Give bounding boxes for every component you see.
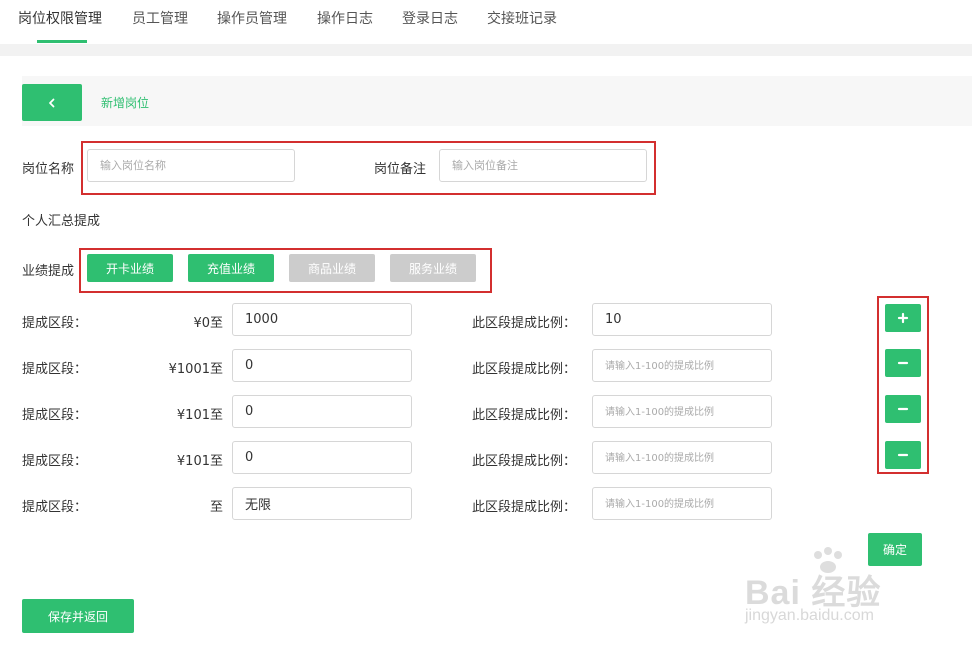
range-ratio-input[interactable]	[592, 303, 772, 336]
range-from: ¥1001至	[168, 362, 223, 377]
position-name-label: 岗位名称	[22, 162, 75, 177]
range-ratio-input[interactable]	[592, 395, 772, 428]
tab-position-permissions[interactable]: 岗位权限管理	[18, 8, 102, 28]
range-label: 提成区段：	[22, 500, 88, 515]
active-tab-indicator	[37, 40, 87, 43]
tab-login-log[interactable]: 登录日志	[402, 8, 458, 28]
range-label: 提成区段：	[22, 454, 88, 469]
range-from: ¥101至	[176, 408, 223, 423]
highlight-box-name-remark	[81, 141, 656, 195]
page-title: 新增岗位	[101, 96, 150, 110]
tab-divider	[0, 44, 972, 56]
save-and-return-button[interactable]: 保存并返回	[22, 599, 134, 633]
paw-icon	[814, 547, 842, 573]
range-from: 至	[209, 500, 223, 515]
highlight-box-range-actions	[877, 296, 929, 474]
range-to-input[interactable]	[232, 441, 412, 474]
highlight-box-performance	[79, 248, 492, 293]
summary-commission-label: 个人汇总提成	[22, 214, 101, 229]
range-ratio-label: 此区段提成比例：	[472, 316, 577, 331]
sub-header: 新增岗位	[22, 76, 972, 126]
tab-shift-records[interactable]: 交接班记录	[487, 8, 557, 28]
range-label: 提成区段：	[22, 362, 88, 377]
tab-operation-log[interactable]: 操作日志	[317, 8, 373, 28]
back-button[interactable]	[22, 84, 82, 121]
range-label: 提成区段：	[22, 316, 88, 331]
range-ratio-label: 此区段提成比例：	[472, 454, 577, 469]
range-ratio-label: 此区段提成比例：	[472, 362, 577, 377]
chevron-left-icon	[49, 98, 55, 107]
range-from: ¥0至	[193, 316, 223, 331]
range-ratio-input[interactable]	[592, 441, 772, 474]
range-ratio-label: 此区段提成比例：	[472, 408, 577, 423]
performance-commission-label: 业绩提成	[22, 264, 75, 279]
tab-employees[interactable]: 员工管理	[132, 8, 188, 28]
range-to-input[interactable]	[232, 487, 412, 520]
range-ratio-input[interactable]	[592, 487, 772, 520]
range-ratio-label: 此区段提成比例：	[472, 500, 577, 515]
confirm-button[interactable]: 确定	[868, 533, 922, 566]
range-to-input[interactable]	[232, 303, 412, 336]
tab-operators[interactable]: 操作员管理	[217, 8, 287, 28]
range-to-input[interactable]	[232, 349, 412, 382]
range-to-input[interactable]	[232, 395, 412, 428]
range-ratio-input[interactable]	[592, 349, 772, 382]
top-tabs: 岗位权限管理 员工管理 操作员管理 操作日志 登录日志 交接班记录	[0, 0, 972, 44]
range-label: 提成区段：	[22, 408, 88, 423]
range-from: ¥101至	[176, 454, 223, 469]
watermark-url: jingyan.baidu.com	[745, 607, 874, 624]
watermark-text: Bai 经验	[745, 574, 882, 612]
